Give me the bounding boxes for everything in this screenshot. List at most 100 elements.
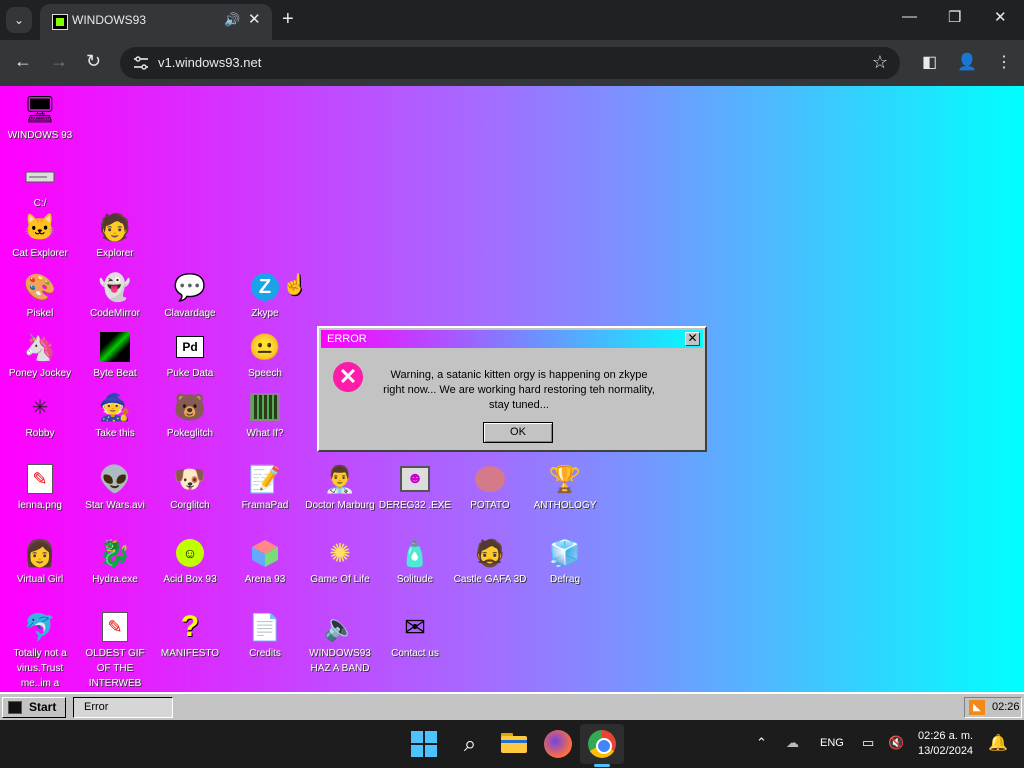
desktop-icon-label: Doctor Marburg (305, 500, 375, 511)
close-window-button[interactable]: ✕ (994, 8, 1007, 26)
firefox-icon[interactable] (544, 730, 572, 758)
windows93-logo-icon (8, 701, 22, 714)
url-text: v1.windows93.net (158, 55, 262, 70)
bookmark-star-icon[interactable]: ☆ (872, 52, 888, 73)
desktop-icon-speech[interactable]: 😐 Speech (228, 330, 302, 381)
back-button[interactable]: ← (14, 51, 32, 72)
desktop-icon-lenna[interactable]: ✎ lenna.png (3, 462, 77, 513)
reload-button[interactable]: ↻ (86, 51, 101, 72)
desktop-icon-label: Explorer (96, 248, 134, 259)
desktop-icon-label: Credits (249, 648, 281, 659)
browser-tab-bar: ⌄ WINDOWS93 🔊 ✕ + — ❐ ✕ (0, 0, 1024, 40)
site-info-icon[interactable] (132, 55, 150, 71)
start-button[interactable]: Start (2, 697, 66, 718)
network-icon[interactable]: ▭ (862, 735, 874, 751)
desktop-icon-framapad[interactable]: 📝 FramaPad (228, 462, 302, 513)
desktop-icon-byte-beat[interactable]: Byte Beat (78, 330, 152, 381)
dialog-title-bar[interactable]: ERROR ✕ (321, 330, 703, 348)
profile-icon[interactable]: 👤 (957, 52, 977, 72)
ok-button[interactable]: OK (483, 422, 553, 443)
windows-start-icon[interactable] (410, 730, 438, 758)
minimize-button[interactable]: — (902, 8, 917, 25)
tab-close-icon[interactable]: ✕ (248, 10, 261, 28)
restore-button[interactable]: ❐ (948, 8, 961, 26)
desktop-icon-label: Totally not a virus.Trust me..im a (13, 648, 67, 689)
chrome-icon[interactable] (588, 730, 616, 758)
desktop-icon-puke-data[interactable]: Pd Puke Data (153, 330, 227, 381)
browser-tab[interactable]: WINDOWS93 🔊 ✕ (40, 4, 272, 40)
speaker-icon: 🔈 (323, 611, 357, 642)
side-panel-icon[interactable]: ◧ (922, 52, 937, 72)
desktop-icon-what-if[interactable]: What If? (228, 390, 302, 441)
new-tab-button[interactable]: + (282, 8, 294, 30)
desktop-icon-totally-not-a-virus[interactable]: 🐬 Totally not a virus.Trust me..im a (3, 610, 77, 691)
desktop-icon-potato[interactable]: POTATO (453, 462, 527, 513)
desktop-icon-label: Star Wars.avi (85, 500, 145, 511)
solitude-icon: 🧴 (398, 537, 432, 568)
desktop-icon-manifesto[interactable]: ? MANIFESTO (153, 610, 227, 661)
desktop-icon-poney-jockey[interactable]: 🦄 Poney Jockey (3, 330, 77, 381)
desktop-icon-label: Zkype (251, 308, 279, 319)
forward-button[interactable]: → (50, 51, 68, 72)
desktop-icon-take-this[interactable]: 🧙 Take this (78, 390, 152, 441)
computer-icon: 🖥 (23, 93, 57, 124)
file-explorer-icon[interactable] (500, 730, 528, 758)
desktop-icon-arena93[interactable]: Arena 93 (228, 536, 302, 587)
desktop-icon-doctor-marburg[interactable]: 👨‍⚕️ Doctor Marburg (303, 462, 377, 513)
dialog-title: ERROR (327, 333, 367, 345)
audio-playing-icon[interactable]: 🔊 (224, 12, 240, 28)
dialog-close-button[interactable]: ✕ (685, 332, 700, 346)
desktop-icon-windows93[interactable]: 🖥 WINDOWS 93 (3, 92, 77, 143)
browser-toolbar: ← → ↻ v1.windows93.net ☆ ◧ 👤 ⋮ (0, 40, 1024, 86)
desktop-icon-star-wars[interactable]: 👽 Star Wars.avi (78, 462, 152, 513)
windows93-favicon-icon (52, 14, 68, 30)
desktop-icon-label: Puke Data (166, 368, 214, 379)
robot-icon: ✳ (31, 396, 49, 419)
start-label: Start (29, 700, 57, 714)
desktop-icon-explorer[interactable]: 🧑 Explorer (78, 210, 152, 261)
desktop-icon-acid-box[interactable]: ☺ Acid Box 93 (153, 536, 227, 587)
notification-bell-icon[interactable]: 🔔 (988, 733, 1008, 753)
desktop-icon-contact-us[interactable]: ✉ Contact us (378, 610, 452, 661)
tab-search-button[interactable]: ⌄ (6, 7, 32, 33)
desktop-icon-defrag[interactable]: 🧊 Defrag (528, 536, 602, 587)
menu-dots-icon[interactable]: ⋮ (996, 52, 1012, 72)
speech-icon: 😐 (248, 331, 282, 362)
desktop-icon-pokeglitch[interactable]: 🐻 Pokeglitch (153, 390, 227, 441)
rss-icon[interactable]: ◣ (969, 700, 985, 715)
cloud-offline-icon[interactable]: ☁ (786, 735, 799, 751)
search-icon[interactable]: ⌕ (456, 730, 484, 758)
desktop-icon-codemirror[interactable]: 👻 CodeMirror (78, 270, 152, 321)
desktop-icon-game-of-life[interactable]: ✺ Game Of Life (303, 536, 377, 587)
desktop-icon-label: Poney Jockey (8, 368, 72, 379)
hydra-icon: 🐉 (98, 537, 132, 568)
desktop-icon-label: Byte Beat (93, 368, 137, 379)
smiley-icon: ☺ (173, 536, 207, 570)
system-date: 13/02/2024 (918, 745, 974, 757)
desktop-icon-anthology[interactable]: 🏆 ANTHOLOGY (528, 462, 602, 513)
taskbar-error-task[interactable]: Error (73, 697, 173, 718)
desktop-icon-label: Pokeglitch (166, 428, 214, 439)
language-indicator[interactable]: ENG (820, 737, 844, 749)
desktop-icon-c-drive[interactable]: C:/ (3, 160, 77, 211)
desktop-icon-piskel[interactable]: 🎨 Piskel (3, 270, 77, 321)
desktop-icon-robby[interactable]: ✳ Robby (3, 390, 77, 441)
desktop-icon-dereg32[interactable]: ☻ DEREG32 .EXE (378, 462, 452, 513)
desktop-icon-credits[interactable]: 📄 Credits (228, 610, 302, 661)
desktop-icon-castle-gafa[interactable]: 🧔 Castle GAFA 3D (453, 536, 527, 587)
desktop-icon-cat-explorer[interactable]: 🐱 Cat Explorer (3, 210, 77, 261)
desktop-icon-hydra[interactable]: 🐉 Hydra.exe (78, 536, 152, 587)
desktop-icon-haz-a-band[interactable]: 🔈 WINDOWS93 HAZ A BAND (303, 610, 377, 676)
windows-taskbar: ⌕ ⌃ ☁ ENG ▭ 🔇 02:26 a. m. 13/02/2024 🔔 (0, 720, 1024, 768)
show-hidden-icons-chevron-icon[interactable]: ⌃ (756, 735, 767, 751)
cube-icon (248, 536, 282, 570)
address-bar[interactable]: v1.windows93.net ☆ (120, 47, 900, 79)
system-clock[interactable]: 02:26 a. m. 13/02/2024 (918, 729, 973, 759)
desktop-icon-corglitch[interactable]: 🐶 Corglitch (153, 462, 227, 513)
desktop-icon-virtual-girl[interactable]: 👩 Virtual Girl (3, 536, 77, 587)
volume-muted-icon[interactable]: 🔇 (888, 735, 904, 751)
desktop-icon-oldest-gif[interactable]: ✎ OLDEST GIF OF THE INTERWEB (78, 610, 152, 691)
desktop-icon-solitude[interactable]: 🧴 Solitude (378, 536, 452, 587)
desktop-icon-clavardage[interactable]: 💬 Clavardage (153, 270, 227, 321)
dialog-message: Warning, a satanic kitten orgy is happen… (383, 369, 655, 411)
